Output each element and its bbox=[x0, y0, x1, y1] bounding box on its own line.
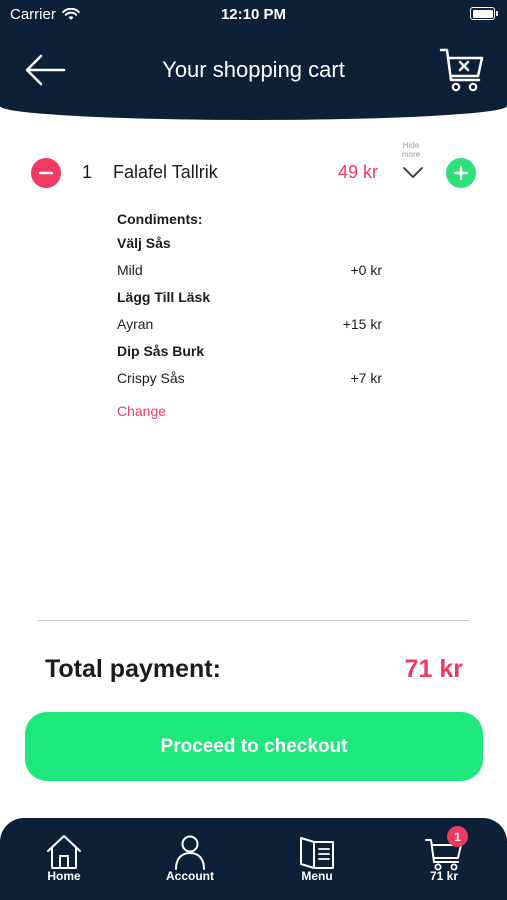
total-label: Total payment: bbox=[45, 655, 221, 683]
battery-icon bbox=[470, 7, 498, 20]
condiment-option-row: Ayran +15 kr bbox=[117, 316, 387, 332]
condiment-group-title: Dip Sås Burk bbox=[117, 343, 205, 359]
bottom-tab-bar: Home Account Menu 1 71 kr bbox=[0, 818, 507, 900]
condiment-option-price: +15 kr bbox=[342, 316, 382, 332]
cart-count-badge: 1 bbox=[447, 826, 468, 847]
tab-cart[interactable]: 1 71 kr bbox=[394, 818, 494, 900]
condiment-option-price: +7 kr bbox=[350, 370, 382, 386]
condiment-option-name: Mild bbox=[117, 262, 143, 278]
condiment-option-name: Ayran bbox=[117, 316, 154, 332]
item-price: 49 kr bbox=[338, 162, 379, 182]
tab-home[interactable]: Home bbox=[14, 818, 114, 900]
home-icon bbox=[47, 835, 81, 869]
item-quantity: 1 bbox=[82, 162, 93, 182]
condiment-option-name: Crispy Sås bbox=[117, 370, 185, 386]
divider bbox=[38, 620, 470, 621]
tab-account[interactable]: Account bbox=[140, 818, 240, 900]
item-name: Falafel Tallrik bbox=[113, 162, 218, 182]
clear-cart-button[interactable] bbox=[439, 46, 485, 94]
tab-cart-label: 71 kr bbox=[429, 869, 459, 883]
condiment-option-price: +0 kr bbox=[350, 262, 382, 278]
status-bar: Carrier 12:10 PM bbox=[0, 0, 507, 28]
plus-icon bbox=[453, 165, 469, 181]
condiments-heading: Condiments: bbox=[117, 211, 203, 227]
decrease-quantity-button[interactable] bbox=[31, 158, 61, 188]
total-value: 71 kr bbox=[404, 655, 463, 683]
condiment-group-title: Välj Sås bbox=[117, 235, 171, 251]
condiment-group-title: Lägg Till Läsk bbox=[117, 289, 211, 305]
hide-more-label[interactable]: Hide more bbox=[396, 141, 426, 159]
tab-home-label: Home bbox=[47, 869, 81, 883]
tab-menu[interactable]: Menu bbox=[267, 818, 367, 900]
increase-quantity-button[interactable] bbox=[446, 158, 476, 188]
chevron-down-icon bbox=[403, 167, 423, 178]
tab-menu-label: Menu bbox=[301, 869, 333, 883]
tab-account-label: Account bbox=[166, 869, 214, 883]
header-bar: Carrier 12:10 PM Your shopping cart bbox=[0, 0, 507, 120]
menu-book-icon bbox=[300, 837, 334, 869]
status-time: 12:10 PM bbox=[220, 6, 287, 23]
page-title: Your shopping cart bbox=[162, 57, 345, 82]
user-icon bbox=[175, 835, 205, 870]
cart-clear-icon bbox=[439, 48, 484, 92]
collapse-details-button[interactable] bbox=[402, 164, 424, 180]
change-condiments-link[interactable]: Change bbox=[117, 403, 166, 419]
minus-icon bbox=[38, 171, 54, 175]
condiment-option-row: Crispy Sås +7 kr bbox=[117, 370, 387, 386]
cart-item-row: 1 Falafel Tallrik 49 kr Hide more bbox=[30, 141, 480, 190]
checkout-button[interactable]: Proceed to checkout bbox=[25, 712, 483, 781]
condiment-option-row: Mild +0 kr bbox=[117, 262, 387, 278]
